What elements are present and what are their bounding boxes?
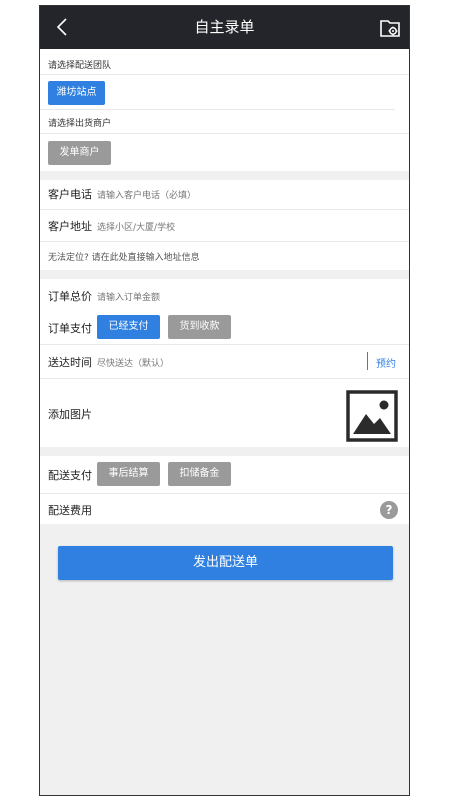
customer-section: 客户电话 请输入客户电话（必填） 客户地址 选择小区/大厦/学校 无法定位? 请… xyxy=(40,180,409,270)
cash-on-delivery-button[interactable]: 货到收款 xyxy=(168,315,231,339)
order-total-label: 订单总价 xyxy=(48,290,92,303)
merchant-label: 请选择出货商户 xyxy=(48,119,112,129)
merchant-option[interactable]: 发单商户 xyxy=(48,141,111,165)
order-total-input[interactable]: 请输入订单金额 xyxy=(97,290,160,303)
team-label: 请选择配送团队 xyxy=(48,61,112,71)
delivery-fee-label: 配送费用 xyxy=(48,504,92,517)
delivery-time-label: 送达时间 xyxy=(48,356,92,369)
reserve-button[interactable]: 预约 xyxy=(376,355,396,370)
delivery-time-value[interactable]: 尽快送达（默认） xyxy=(97,356,169,369)
top-nav-bar: 自主录单 xyxy=(40,6,409,49)
folder-gear-icon[interactable] xyxy=(379,17,401,39)
delivery-payment-label: 配送支付 xyxy=(48,469,92,482)
team-option-weifang[interactable]: 潍坊站点 xyxy=(48,81,105,105)
customer-phone-input[interactable]: 请输入客户电话（必填） xyxy=(97,188,196,201)
manual-address-input[interactable]: 无法定位? 请在此处直接输入地址信息 xyxy=(48,250,200,263)
page-title: 自主录单 xyxy=(194,18,255,36)
team-merchant-section: 请选择配送团队 潍坊站点 请选择出货商户 发单商户 xyxy=(40,49,409,171)
delivery-section: 配送支付 事后结算 扣储备金 配送费用 ? xyxy=(40,456,409,524)
paid-option-button[interactable]: 已经支付 xyxy=(97,315,160,339)
phone-screen: 自主录单 请选择配送团队 潍坊站点 请选择出货商户 发单商户 客户电话 请输入客… xyxy=(39,5,410,796)
customer-address-input[interactable]: 选择小区/大厦/学校 xyxy=(97,220,175,233)
question-mark-icon[interactable]: ? xyxy=(380,501,398,519)
order-payment-label: 订单支付 xyxy=(48,322,92,335)
customer-address-label: 客户地址 xyxy=(48,220,92,233)
deduct-deposit-button[interactable]: 扣储备金 xyxy=(168,462,231,486)
image-placeholder-icon[interactable] xyxy=(346,390,398,442)
submit-delivery-order-button[interactable]: 发出配送单 xyxy=(58,546,393,580)
customer-phone-label: 客户电话 xyxy=(48,188,92,201)
order-section: 订单总价 请输入订单金额 订单支付 已经支付 货到收款 送达时间 尽快送达（默认… xyxy=(40,279,409,447)
reserve-divider xyxy=(367,352,368,370)
settle-later-button[interactable]: 事后结算 xyxy=(97,462,160,486)
add-image-label: 添加图片 xyxy=(48,408,92,421)
